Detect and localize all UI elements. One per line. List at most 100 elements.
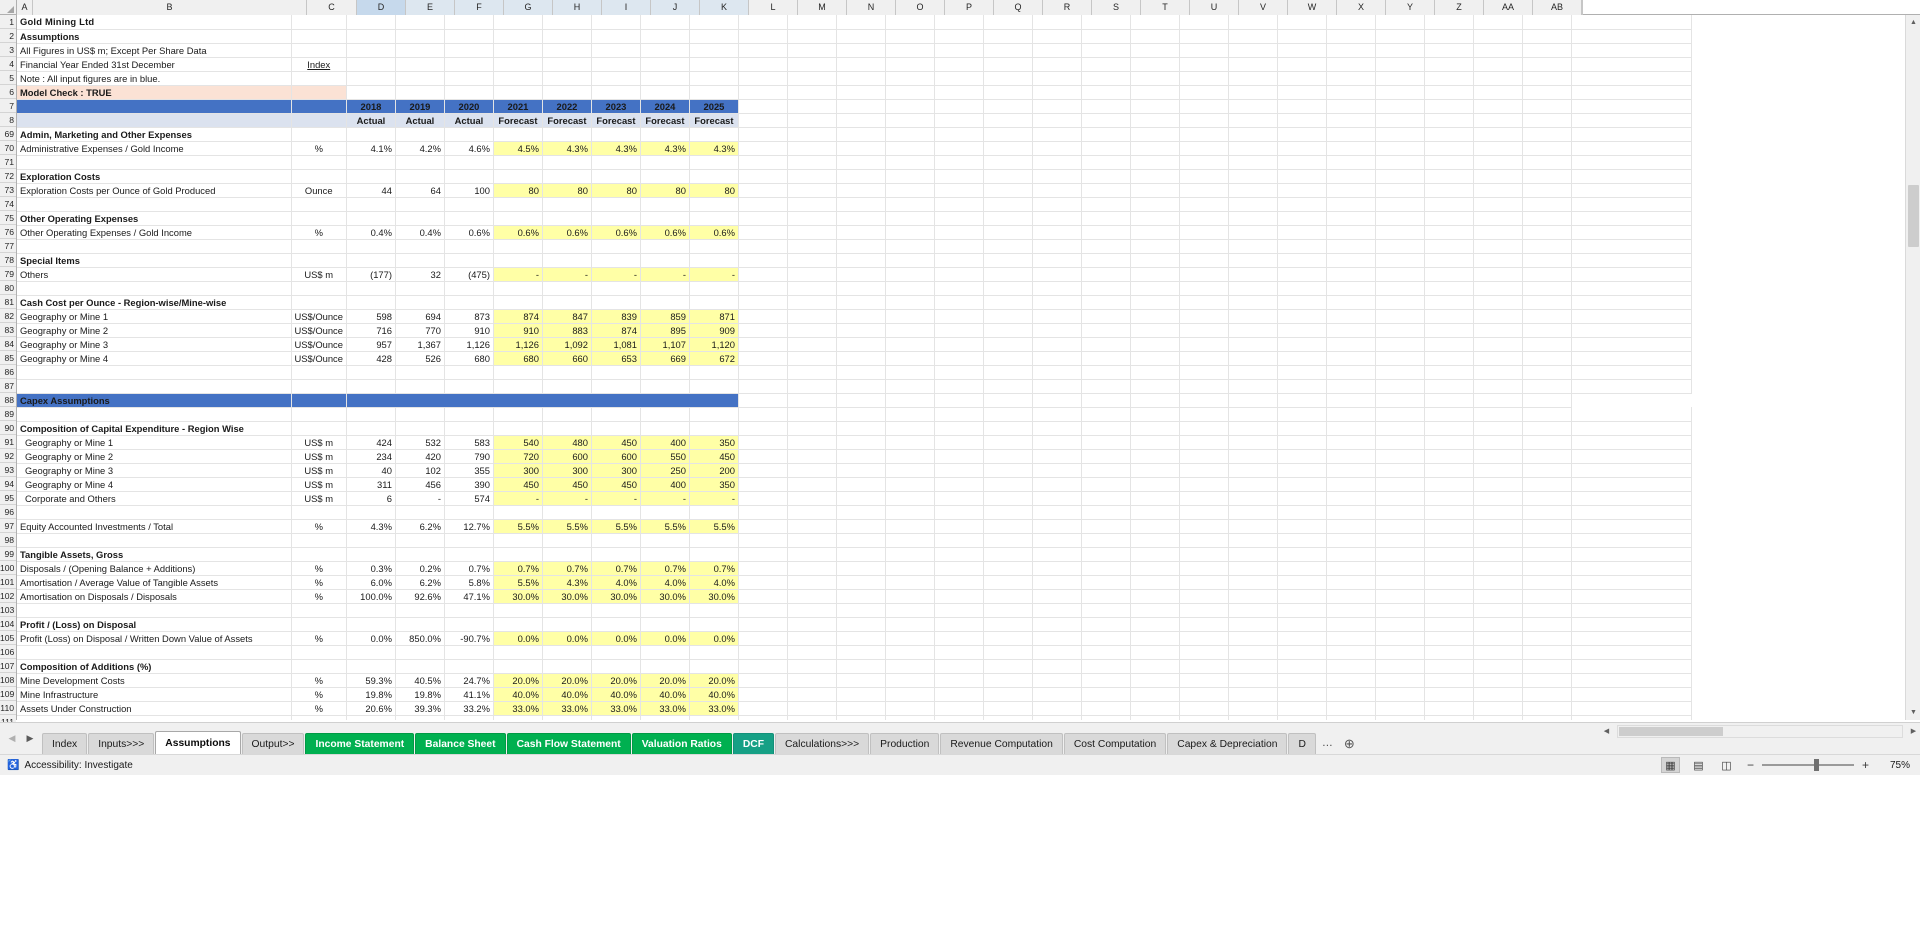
grid-cell-empty[interactable] [1130, 57, 1180, 72]
grid-cell-empty[interactable] [542, 43, 592, 58]
grid-cell-empty[interactable] [1228, 85, 1278, 100]
grid-cell-empty[interactable] [738, 477, 788, 492]
grid-cell-empty[interactable] [493, 211, 543, 226]
grid-cell-empty[interactable] [1522, 225, 1572, 240]
grid-cell-empty[interactable] [493, 281, 543, 296]
grid-cell-empty[interactable] [787, 505, 837, 520]
row-header-104[interactable]: 104 [0, 617, 16, 631]
grid-cell-empty[interactable] [444, 239, 494, 254]
grid-cell-empty[interactable] [1326, 351, 1376, 366]
grid-cell-empty[interactable] [934, 43, 984, 58]
scroll-down-icon[interactable]: ▼ [1906, 705, 1920, 720]
grid-cell-empty[interactable] [1081, 687, 1131, 702]
grid-cell-empty[interactable] [1179, 491, 1229, 506]
grid-cell-empty[interactable] [1179, 323, 1229, 338]
row-header-105[interactable]: 105 [0, 631, 16, 645]
grid-cell-empty[interactable] [787, 519, 837, 534]
grid-cell-empty[interactable] [542, 659, 592, 674]
grid-cell-empty[interactable] [1424, 589, 1474, 604]
grid-cell-empty[interactable] [1424, 29, 1474, 44]
row-header-70[interactable]: 70 [0, 141, 16, 155]
grid-cell-empty[interactable] [1081, 183, 1131, 198]
grid-cell-empty[interactable] [1130, 547, 1180, 562]
grid-cell-empty[interactable] [1032, 127, 1082, 142]
grid-cell-empty[interactable] [1571, 29, 1692, 44]
grid-cell-empty[interactable] [1326, 113, 1376, 128]
grid-cell-empty[interactable] [1522, 379, 1572, 394]
grid-cell-empty[interactable] [1571, 575, 1692, 590]
forecast-input-value[interactable]: 40.0% [591, 687, 641, 702]
column-header-K[interactable]: K [700, 0, 749, 15]
actual-value[interactable]: 24.7% [444, 673, 494, 688]
actual-value[interactable]: 770 [395, 323, 445, 338]
row-header-103[interactable]: 103 [0, 603, 16, 617]
grid-cell-empty[interactable] [983, 267, 1033, 282]
year-header-2022[interactable]: 2022 [542, 99, 592, 114]
grid-cell-empty[interactable] [1473, 99, 1523, 114]
grid-cell-empty[interactable] [542, 155, 592, 170]
grid-cell-empty[interactable] [1277, 85, 1327, 100]
forecast-input-value[interactable]: 4.3% [640, 141, 690, 156]
forecast-input-value[interactable]: 350 [689, 435, 739, 450]
grid-cell-empty[interactable] [934, 505, 984, 520]
grid-cell-empty[interactable] [1424, 617, 1474, 632]
grid-cell-empty[interactable] [1228, 547, 1278, 562]
row-header-110[interactable]: 110 [0, 701, 16, 715]
grid-cell-empty[interactable] [836, 351, 886, 366]
grid-cell-empty[interactable] [1277, 57, 1327, 72]
actual-value[interactable]: 390 [444, 477, 494, 492]
forecast-input-value[interactable]: - [640, 491, 690, 506]
grid-cell-empty[interactable] [291, 43, 347, 58]
grid-cell-empty[interactable] [885, 407, 935, 422]
grid-cell-empty[interactable] [1228, 519, 1278, 534]
grid-cell-empty[interactable] [346, 715, 396, 720]
actual-value[interactable]: 6.2% [395, 575, 445, 590]
grid-cell-empty[interactable] [395, 547, 445, 562]
grid-cell-empty[interactable] [738, 575, 788, 590]
grid-cell-empty[interactable] [1473, 169, 1523, 184]
grid-cell-empty[interactable] [836, 211, 886, 226]
row-header-78[interactable]: 78 [0, 253, 16, 267]
grid-cell-empty[interactable] [291, 421, 347, 436]
grid-cell-empty[interactable] [1277, 337, 1327, 352]
grid-cell-empty[interactable] [934, 211, 984, 226]
column-header-F[interactable]: F [455, 0, 504, 15]
column-header-V[interactable]: V [1239, 0, 1288, 15]
grid-cell-empty[interactable] [1130, 295, 1180, 310]
grid-cell-empty[interactable] [291, 211, 347, 226]
grid-cell-empty[interactable] [1375, 645, 1425, 660]
grid-cell-empty[interactable] [591, 407, 641, 422]
forecast-input-value[interactable]: 33.0% [591, 701, 641, 716]
grid-cell-empty[interactable] [395, 169, 445, 184]
grid-cell-empty[interactable] [738, 631, 788, 646]
grid-cell-empty[interactable] [1130, 211, 1180, 226]
grid-cell-empty[interactable] [346, 533, 396, 548]
grid-cell-empty[interactable] [885, 435, 935, 450]
forecast-input-value[interactable]: - [640, 267, 690, 282]
grid-cell-empty[interactable] [291, 617, 347, 632]
grid-cell-empty[interactable] [1228, 477, 1278, 492]
forecast-input-value[interactable]: - [689, 491, 739, 506]
grid-cell-empty[interactable] [1424, 631, 1474, 646]
grid-cell-empty[interactable] [1179, 365, 1229, 380]
grid-cell-empty[interactable] [591, 57, 641, 72]
grid-cell-empty[interactable] [1473, 281, 1523, 296]
grid-cell-empty[interactable] [738, 155, 788, 170]
zoom-in-button[interactable]: + [1860, 758, 1871, 772]
grid-cell-empty[interactable] [1473, 127, 1523, 142]
grid-cell-empty[interactable] [1571, 85, 1692, 100]
grid-cell-empty[interactable] [640, 715, 690, 720]
grid-cell-empty[interactable] [1277, 281, 1327, 296]
grid-cell-empty[interactable] [787, 169, 837, 184]
grid-cell-empty[interactable] [1228, 197, 1278, 212]
grid-cell-empty[interactable] [983, 85, 1033, 100]
grid-cell-empty[interactable] [591, 239, 641, 254]
grid-cell-empty[interactable] [1179, 379, 1229, 394]
grid-cell-empty[interactable] [542, 407, 592, 422]
grid-cell-empty[interactable] [689, 127, 739, 142]
grid-cell-empty[interactable] [1571, 645, 1692, 660]
grid-cell-empty[interactable] [1375, 43, 1425, 58]
zoom-slider[interactable]: − + [1745, 758, 1871, 772]
grid-cell-empty[interactable] [1277, 645, 1327, 660]
grid-cell-empty[interactable] [1473, 183, 1523, 198]
